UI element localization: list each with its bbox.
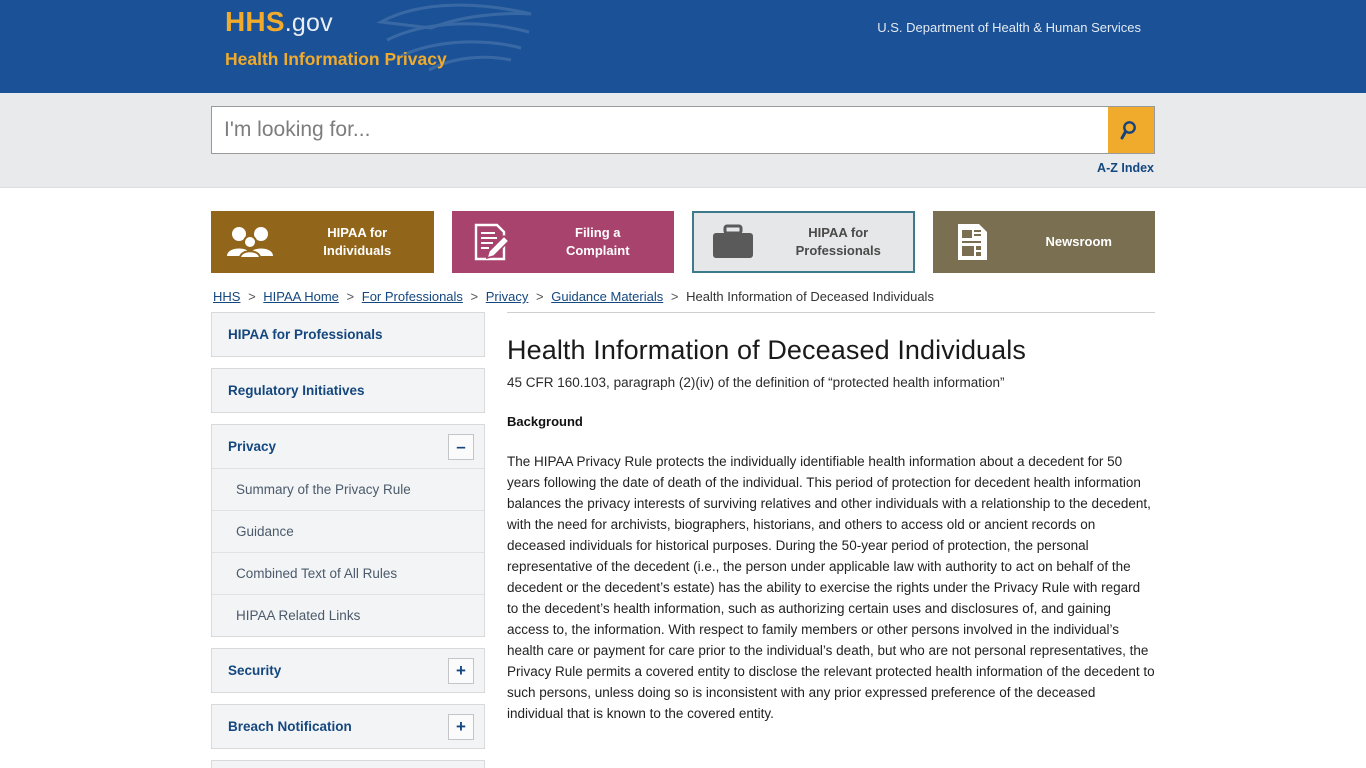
sidebar-navigation: HIPAA for Professionals Regulatory Initi… [211, 312, 485, 768]
breadcrumb-current-page: Health Information of Deceased Individua… [686, 289, 934, 304]
brand-hhs-text: HHS [225, 6, 285, 37]
card-label: HIPAA for Individuals [289, 224, 434, 259]
expand-toggle-icon[interactable]: + [448, 657, 474, 684]
card-label-line2: Complaint [565, 243, 630, 258]
card-label-line1: Newsroom [1045, 234, 1112, 250]
breadcrumb-separator: > [248, 289, 256, 304]
card-label-line1: HIPAA for [327, 225, 388, 241]
sidebar-item-label: HIPAA for Professionals [228, 327, 383, 342]
sidebar-group-breach-notification: Breach Notification + [211, 704, 485, 749]
search-icon [1120, 121, 1136, 140]
sidebar-item-breach-notification[interactable]: Breach Notification + [212, 705, 484, 748]
card-hipaa-for-individuals[interactable]: HIPAA for Individuals [211, 211, 434, 273]
page-subtitle: 45 CFR 160.103, paragraph (2)(iv) of the… [507, 375, 1005, 390]
body-paragraph: The HIPAA Privacy Rule protects the indi… [507, 454, 1155, 721]
card-label-line2: Individuals [323, 243, 392, 258]
card-label-line1: HIPAA for [808, 225, 869, 241]
section-heading-background: Background [507, 414, 583, 429]
sidebar-item-label: Security [228, 663, 282, 678]
sidebar-item-hipaa-for-professionals[interactable]: HIPAA for Professionals [212, 313, 484, 356]
main-content: Health Information of Deceased Individua… [507, 312, 1155, 768]
sidebar-subitem-combined-text-of-all-rules[interactable]: Combined Text of All Rules [212, 553, 484, 594]
card-label: HIPAA for Professionals [772, 224, 913, 259]
card-label-line1: Filing a [575, 225, 621, 241]
sidebar-subitem-guidance[interactable]: Guidance [212, 511, 484, 552]
site-brand[interactable]: HHS.gov Health Information Privacy [225, 8, 447, 70]
breadcrumb-separator: > [670, 289, 679, 304]
sidebar-item-security[interactable]: Security + [212, 649, 484, 692]
site-banner: HHS.gov Health Information Privacy U.S. … [0, 0, 1366, 93]
card-label: Filing a Complaint [530, 224, 675, 259]
search-input[interactable] [212, 107, 1108, 153]
expand-toggle-icon[interactable]: + [448, 713, 474, 740]
sidebar-sublist-privacy: Summary of the Privacy Rule Guidance Com… [212, 468, 484, 636]
briefcase-icon [694, 224, 772, 260]
sidebar-group-security: Security + [211, 648, 485, 693]
sidebar-item-privacy[interactable]: Privacy – [212, 425, 484, 468]
list-item: Combined Text of All Rules [212, 552, 484, 594]
card-filing-a-complaint[interactable]: Filing a Complaint [451, 211, 675, 273]
breadcrumb-link-privacy[interactable]: Privacy [486, 289, 529, 304]
list-item: Summary of the Privacy Rule [212, 468, 484, 510]
card-label: Newsroom [1011, 233, 1156, 251]
document-pencil-icon [452, 222, 530, 262]
news-document-icon [933, 222, 1011, 262]
card-hipaa-for-professionals[interactable]: HIPAA for Professionals [692, 211, 915, 273]
sidebar-item-regulatory-initiatives[interactable]: Regulatory Initiatives [212, 369, 484, 412]
card-newsroom[interactable]: Newsroom [932, 211, 1156, 273]
list-item: Guidance [212, 510, 484, 552]
sidebar-group-partial: + [211, 760, 485, 768]
breadcrumb-separator: > [536, 289, 544, 304]
page-title: Health Information of Deceased Individua… [507, 335, 1026, 365]
breadcrumb-link-for-professionals[interactable]: For Professionals [362, 289, 463, 304]
search-band: A-Z Index [0, 93, 1366, 188]
sidebar-item-label: Privacy [228, 439, 277, 454]
quick-links-cards: HIPAA for Individuals Filing a Complaint… [211, 188, 1155, 273]
breadcrumb: HHS > HIPAA Home > For Professionals > P… [211, 273, 1155, 312]
sidebar-item-partial[interactable]: + [212, 761, 484, 768]
sidebar-item-label: Regulatory Initiatives [228, 383, 365, 398]
brand-gov-text: .gov [284, 9, 333, 37]
sidebar-group-hipaa-for-professionals: HIPAA for Professionals [211, 312, 485, 357]
list-item: HIPAA Related Links [212, 594, 484, 636]
breadcrumb-link-hhs[interactable]: HHS [213, 289, 240, 304]
breadcrumb-link-guidance-materials[interactable]: Guidance Materials [551, 289, 663, 304]
sidebar-group-privacy: Privacy – Summary of the Privacy Rule Gu… [211, 424, 485, 637]
breadcrumb-separator: > [346, 289, 355, 304]
search-button[interactable] [1108, 107, 1154, 153]
collapse-toggle-icon[interactable]: – [448, 433, 474, 460]
card-label-line2: Professionals [795, 243, 881, 258]
people-icon [211, 225, 289, 259]
a-z-index-link[interactable]: A-Z Index [1097, 161, 1154, 175]
breadcrumb-separator: > [470, 289, 479, 304]
brand-subtitle: Health Information Privacy [225, 49, 447, 69]
sidebar-subitem-hipaa-related-links[interactable]: HIPAA Related Links [212, 595, 484, 636]
department-name: U.S. Department of Health & Human Servic… [877, 20, 1141, 35]
sidebar-subitem-summary-of-the-privacy-rule[interactable]: Summary of the Privacy Rule [212, 469, 484, 510]
search-bar[interactable] [211, 106, 1155, 154]
breadcrumb-link-hipaa-home[interactable]: HIPAA Home [263, 289, 339, 304]
sidebar-group-regulatory-initiatives: Regulatory Initiatives [211, 368, 485, 413]
sidebar-item-label: Breach Notification [228, 719, 352, 734]
